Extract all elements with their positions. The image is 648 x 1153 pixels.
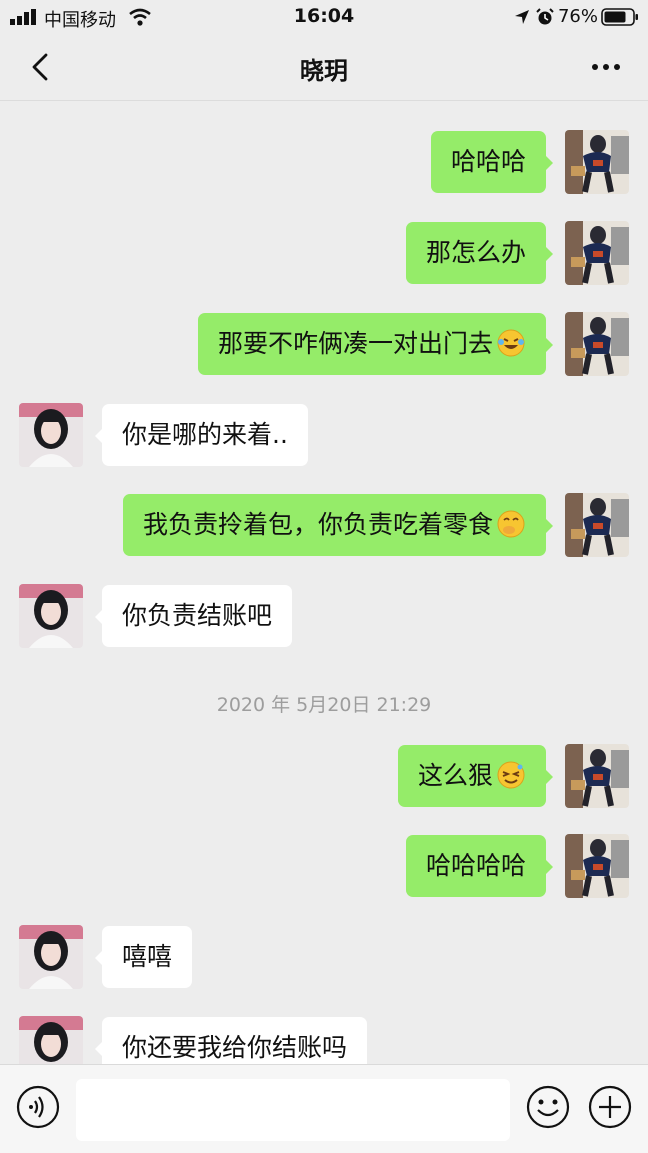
chat-title: 晓玥	[300, 57, 348, 85]
message-row: 你是哪的来着..	[0, 403, 648, 469]
message-text-input[interactable]	[76, 1079, 510, 1141]
message-text: 嘻嘻	[122, 942, 173, 971]
message-input-bar	[0, 1064, 648, 1153]
contact-avatar[interactable]	[19, 403, 83, 467]
more-dots-icon	[592, 64, 620, 70]
my-avatar[interactable]	[565, 744, 629, 808]
location-arrow-icon	[515, 10, 529, 24]
chat-timestamp: 2020 年 5月20日 21:29	[216, 694, 432, 716]
message-text: 我负责拎着包，你负责吃着零食	[142, 510, 493, 539]
sent-message-bubble[interactable]: 那怎么办	[405, 222, 554, 284]
message-text: 这么狠	[417, 761, 493, 790]
sent-message-bubble[interactable]: 这么狠	[397, 745, 554, 807]
smiley-icon	[526, 1085, 570, 1129]
contact-avatar[interactable]	[19, 925, 83, 989]
giggling-emoji	[496, 509, 526, 539]
battery-percent: 76%	[557, 6, 598, 27]
message-text: 哈哈哈	[450, 147, 526, 176]
message-text: 你还要我给你结账吗	[122, 1033, 348, 1062]
message-row: 那要不咋俩凑一对出门去	[0, 312, 648, 378]
received-message-bubble[interactable]: 你负责结账吧	[94, 585, 293, 647]
chat-header: 晓玥	[0, 34, 648, 101]
my-avatar[interactable]	[565, 130, 629, 194]
squinting-smirk-emoji	[496, 760, 526, 790]
plus-icon	[588, 1085, 632, 1129]
message-text: 那要不咋俩凑一对出门去	[217, 329, 493, 358]
sent-message-bubble[interactable]: 哈哈哈哈	[405, 835, 554, 897]
message-text: 哈哈哈哈	[425, 851, 526, 880]
rolling-on-floor-laughing-emoji	[496, 328, 526, 358]
battery-icon	[601, 8, 638, 26]
my-avatar[interactable]	[565, 312, 629, 376]
alarm-icon	[536, 8, 554, 25]
sent-message-bubble[interactable]: 哈哈哈	[430, 131, 554, 193]
message-text: 那怎么办	[425, 238, 526, 267]
message-row: 哈哈哈哈	[0, 834, 648, 900]
received-message-bubble[interactable]: 你是哪的来着..	[95, 404, 308, 466]
message-row: 哈哈哈	[0, 130, 648, 196]
sent-message-bubble[interactable]: 那要不咋俩凑一对出门去	[197, 313, 554, 375]
my-avatar[interactable]	[565, 834, 629, 898]
contact-avatar[interactable]	[19, 584, 83, 648]
message-row: 我负责拎着包，你负责吃着零食	[0, 493, 648, 559]
message-row: 那怎么办	[0, 221, 648, 287]
emoji-button[interactable]	[526, 1085, 570, 1129]
voice-icon	[16, 1085, 60, 1129]
sent-message-bubble[interactable]: 我负责拎着包，你负责吃着零食	[122, 494, 554, 556]
message-text: 你是哪的来着..	[122, 420, 288, 449]
message-text: 你负责结账吧	[122, 601, 273, 630]
status-bar: 中国移动 16:04 76%	[0, 0, 648, 34]
received-message-bubble[interactable]: 嘻嘻	[94, 926, 193, 988]
more-functions-button[interactable]	[588, 1085, 632, 1129]
my-avatar[interactable]	[565, 493, 629, 557]
more-options-button[interactable]	[586, 48, 626, 86]
my-avatar[interactable]	[565, 221, 629, 285]
message-row: 嘻嘻	[0, 925, 648, 991]
voice-input-button[interactable]	[16, 1085, 60, 1129]
message-row: 这么狠	[0, 744, 648, 810]
message-row: 你负责结账吧	[0, 584, 648, 650]
